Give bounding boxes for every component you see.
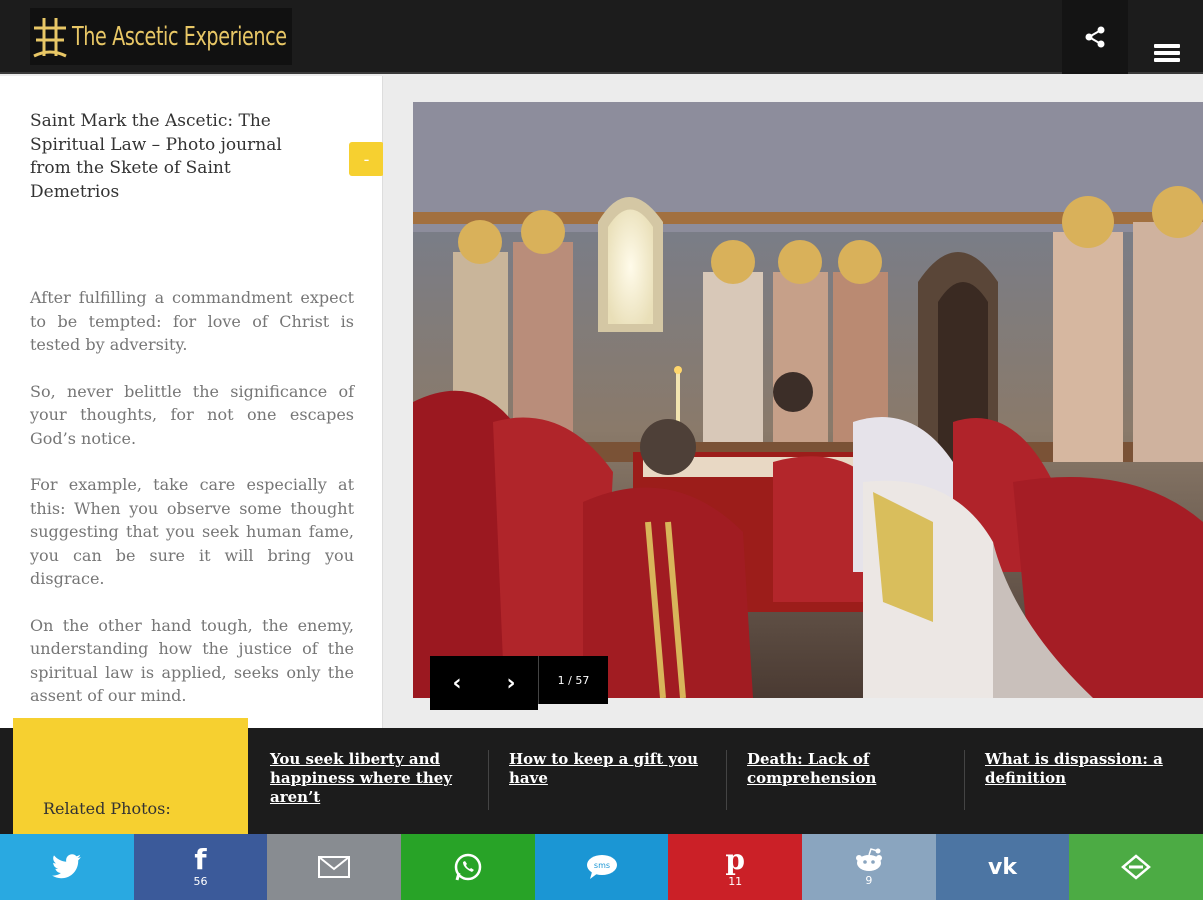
sms-share-button[interactable]: sms [534, 834, 669, 900]
post-paragraph: After fulfilling a commandment expect to… [30, 288, 354, 354]
pinterest-share-count: 11 [728, 875, 743, 888]
gallery-nav: ‹ › [430, 656, 538, 710]
site-title: The Ascetic Experience [72, 21, 287, 52]
cross-logo-icon [30, 8, 70, 65]
social-share-bar: f 56 sms p 11 9 vk [0, 834, 1203, 900]
facebook-share-count: 56 [193, 875, 208, 888]
facebook-icon: f [194, 843, 207, 876]
prev-photo-button[interactable]: ‹ [452, 671, 461, 696]
more-share-icon [1121, 854, 1152, 880]
post-paragraph: For example, take care especially at thi… [30, 475, 354, 588]
related-link[interactable]: How to keep a gift you have [488, 750, 726, 810]
twitter-icon [51, 854, 81, 879]
twitter-share-button[interactable] [0, 834, 134, 900]
email-share-button[interactable] [267, 834, 402, 900]
post-text-panel: Saint Mark the Ascetic: The Spiritual La… [0, 76, 383, 728]
menu-button[interactable] [1130, 0, 1203, 74]
post-body: After fulfilling a commandment expect to… [30, 286, 354, 728]
photo-gallery: ‹ › 1 / 57 [383, 76, 1203, 728]
related-links: You seek liberty and happiness where the… [250, 750, 1203, 810]
related-photos-label: Related Photos: [43, 799, 171, 818]
site-logo[interactable]: The Ascetic Experience [30, 8, 292, 65]
vk-share-button[interactable]: vk [935, 834, 1070, 900]
post-paragraph: So, never belittle the significance of y… [30, 381, 354, 448]
related-link[interactable]: You seek liberty and happiness where the… [250, 750, 488, 810]
whatsapp-share-button[interactable] [401, 834, 535, 900]
more-share-button[interactable] [1069, 834, 1203, 900]
post-title: Saint Mark the Ascetic: The Spiritual La… [30, 111, 282, 202]
pinterest-share-button[interactable]: p 11 [668, 834, 803, 900]
reddit-share-button[interactable]: 9 [802, 834, 936, 900]
gallery-photo[interactable] [413, 102, 1203, 698]
share-icon [1085, 26, 1105, 48]
email-icon [318, 856, 351, 878]
photo-counter: 1 / 57 [538, 656, 608, 704]
site-header: The Ascetic Experience [0, 0, 1203, 74]
pinterest-icon: p [725, 843, 745, 876]
related-photos-section: Related Photos: You seek liberty and hap… [0, 718, 1203, 834]
reddit-share-count: 9 [865, 874, 873, 887]
svg-text:sms: sms [593, 861, 609, 870]
church-fresco-liturgy-photo [413, 102, 1203, 698]
facebook-share-button[interactable]: f 56 [133, 834, 268, 900]
post-paragraph: On the other hand tough, the enemy, unde… [30, 615, 354, 706]
next-photo-button[interactable]: › [506, 671, 515, 696]
whatsapp-icon [454, 853, 482, 881]
reddit-icon [855, 848, 882, 871]
vk-icon: vk [988, 854, 1018, 880]
hamburger-menu-icon [1153, 44, 1180, 62]
sms-icon: sms [586, 855, 617, 879]
related-link[interactable]: Death: Lack of comprehension [726, 750, 964, 810]
related-label-box: Related Photos: [13, 718, 248, 834]
related-link[interactable]: What is dispassion: a definition [964, 750, 1202, 810]
collapse-text-button[interactable]: - [349, 142, 384, 176]
share-button[interactable] [1062, 0, 1128, 74]
